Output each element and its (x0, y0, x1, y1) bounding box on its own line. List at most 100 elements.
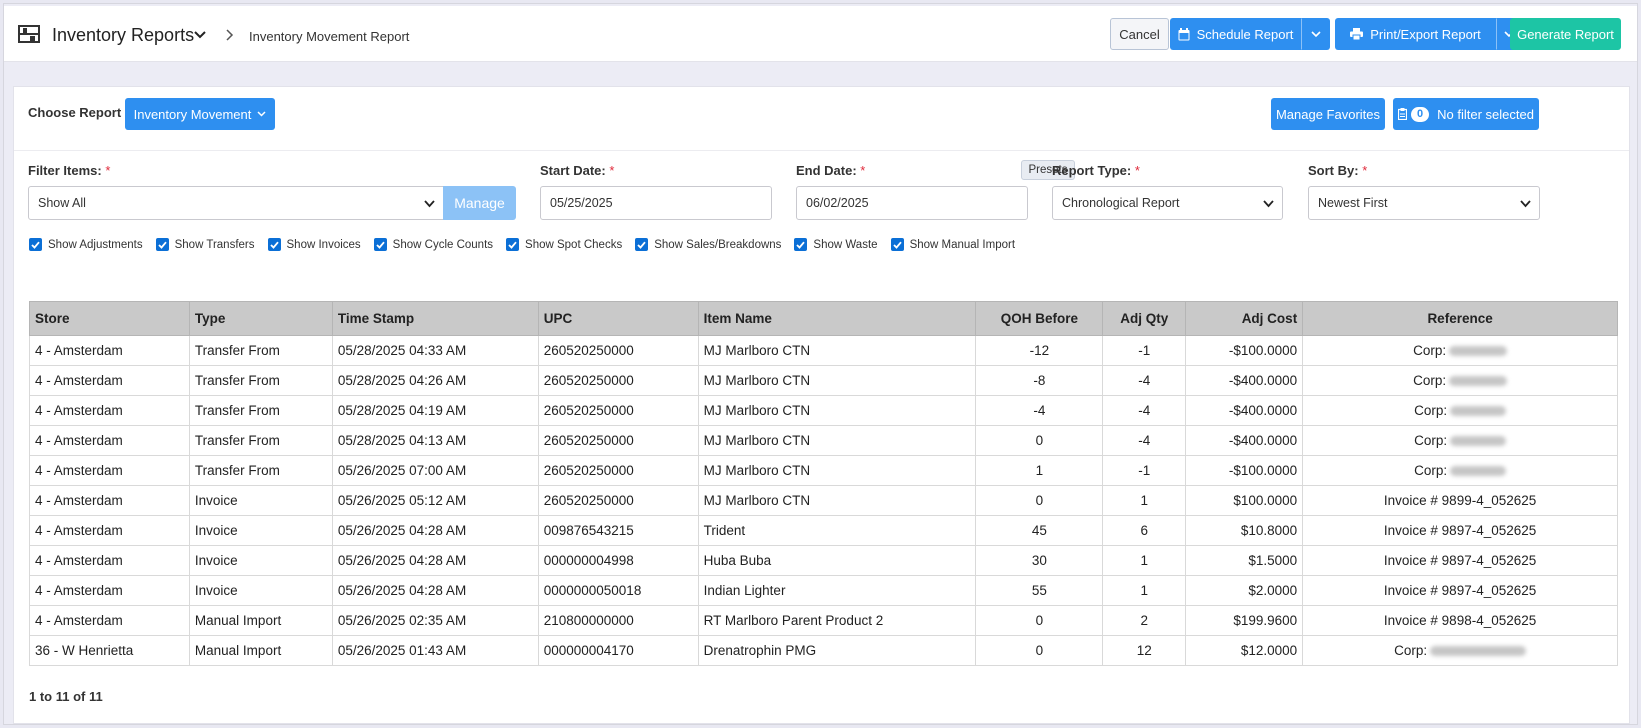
filter-status-button[interactable]: 0 No filter selected (1393, 98, 1539, 130)
cell-time: 05/26/2025 07:00 AM (331, 455, 539, 486)
option-checkbox[interactable]: Show Sales/Breakdowns (635, 238, 781, 251)
checkbox-checked-icon[interactable] (506, 238, 520, 251)
schedule-report-button[interactable]: Schedule Report (1170, 18, 1301, 50)
checkbox-checked-icon[interactable] (635, 238, 649, 251)
cell-text: Corp: (1413, 343, 1447, 358)
cell-type: Invoice (188, 545, 333, 576)
cell-adj-cost: -$400.0000 (1185, 365, 1304, 396)
table-row[interactable]: 36 - W Henrietta Manual Import 05/26/2025 … (29, 635, 1618, 666)
report-selector-button[interactable]: Inventory Movement (125, 98, 275, 130)
column-header[interactable]: Time Stamp (331, 301, 539, 336)
cell-upc: 000000004170 (537, 635, 699, 666)
option-checkbox[interactable]: Show Invoices (267, 238, 361, 251)
cell-store: 4 - Amsterdam (29, 395, 190, 426)
cell-store: 4 - Amsterdam (29, 575, 190, 606)
option-checkbox[interactable]: Show Manual Import (890, 238, 1016, 251)
option-checkbox[interactable]: Show Adjustments (29, 238, 143, 251)
end-date-input[interactable]: 06/02/2025 (796, 186, 1028, 220)
table-row[interactable]: 4 - Amsterdam Transfer From 05/26/2025 07:… (29, 455, 1618, 486)
cell-time: 05/28/2025 04:33 AM (331, 335, 539, 366)
column-header[interactable]: Adj Qty (1102, 301, 1187, 336)
sort-by-label: Sort By: * (1308, 163, 1368, 178)
cell-store: 4 - Amsterdam (29, 515, 190, 546)
cell-item: MJ Marlboro CTN (697, 335, 977, 366)
cell-text: 4 - Amsterdam (35, 433, 123, 448)
column-header[interactable]: Item Name (697, 301, 977, 336)
checkbox-checked-icon[interactable] (29, 238, 42, 251)
cell-reference: Corp: (1302, 425, 1618, 456)
table-row[interactable]: 4 - Amsterdam Invoice 05/26/2025 04:28 AM 0… (29, 515, 1618, 546)
cell-text: -4 (1138, 373, 1151, 388)
filter-items-select[interactable]: Show All (28, 186, 444, 220)
column-header[interactable]: Type (188, 301, 333, 336)
generate-report-button[interactable]: Generate Report (1510, 18, 1621, 50)
table-row[interactable]: 4 - Amsterdam Transfer From 05/28/2025 04:… (29, 335, 1618, 366)
option-checkbox[interactable]: Show Transfers (155, 238, 255, 251)
start-date-input[interactable]: 05/25/2025 (540, 186, 772, 220)
checkbox-checked-icon[interactable] (890, 238, 904, 251)
cell-upc: 0000000050018 (537, 575, 699, 606)
filter-count-badge: 0 (1411, 106, 1430, 122)
manage-favorites-button[interactable]: Manage Favorites (1271, 98, 1385, 130)
cell-text: Drenatrophin PMG (703, 643, 817, 658)
table-row[interactable]: 4 - Amsterdam Manual Import 05/26/2025 02:… (29, 605, 1618, 636)
option-checkbox[interactable]: Show Waste (794, 238, 878, 251)
filter-items-value: Show All (38, 196, 86, 210)
manage-filter-button[interactable]: Manage (443, 186, 516, 220)
print-export-button[interactable]: Print/Export Report (1335, 18, 1496, 50)
column-header[interactable]: Reference (1302, 301, 1618, 336)
app-title[interactable]: Inventory Reports (52, 25, 194, 46)
table-row[interactable]: 4 - Amsterdam Transfer From 05/28/2025 04:… (29, 365, 1618, 396)
cell-text: 4 - Amsterdam (35, 373, 123, 388)
cell-upc: 260520250000 (537, 365, 699, 396)
table-row[interactable]: 4 - Amsterdam Transfer From 05/28/2025 04:… (29, 425, 1618, 456)
schedule-report-dropdown[interactable] (1301, 18, 1330, 50)
table-row[interactable]: 4 - Amsterdam Invoice 05/26/2025 05:12 AM 2… (29, 485, 1618, 516)
sort-by-select[interactable]: Newest First (1308, 186, 1540, 220)
chevron-down-icon (257, 111, 266, 117)
table-row[interactable]: 4 - Amsterdam Invoice 05/26/2025 04:28 AM 0… (29, 575, 1618, 606)
cancel-button[interactable]: Cancel (1110, 18, 1169, 50)
cell-text: 000000004170 (543, 643, 634, 658)
cell-reference: Invoice # 9897-4_052625 (1302, 575, 1618, 606)
cell-qoh: 45 (975, 515, 1104, 546)
cell-text: 1 (1140, 493, 1149, 508)
cell-text: -8 (1033, 373, 1046, 388)
option-label: Show Invoices (286, 238, 361, 251)
option-checkbox[interactable]: Show Cycle Counts (373, 238, 493, 251)
cell-text: MJ Marlboro CTN (703, 343, 811, 358)
option-label: Show Adjustments (48, 238, 143, 251)
chevron-down-icon[interactable] (194, 30, 206, 40)
cell-reference: Corp: (1302, 635, 1618, 666)
cell-text: 4 - Amsterdam (35, 583, 123, 598)
cell-text: -$100.0000 (1228, 463, 1298, 478)
cell-item: MJ Marlboro CTN (697, 395, 977, 426)
option-label: Show Manual Import (909, 238, 1016, 251)
column-header[interactable]: Adj Cost (1185, 301, 1304, 336)
table-row[interactable]: 4 - Amsterdam Invoice 05/26/2025 04:28 AM 0… (29, 545, 1618, 576)
cell-text: Transfer From (194, 463, 280, 478)
checkbox-checked-icon[interactable] (794, 238, 808, 251)
cell-adj-qty: 2 (1102, 605, 1187, 636)
cell-text: -$400.0000 (1228, 373, 1298, 388)
report-type-select[interactable]: Chronological Report (1052, 186, 1283, 220)
cell-text: 2 (1140, 613, 1149, 628)
checkbox-checked-icon[interactable] (373, 238, 387, 251)
cell-text: 05/26/2025 07:00 AM (337, 463, 467, 478)
cell-text: MJ Marlboro CTN (703, 493, 811, 508)
cell-text: 30 (1031, 553, 1047, 568)
cell-text: 000000004998 (543, 553, 634, 568)
cell-text: -4 (1138, 433, 1151, 448)
column-header[interactable]: UPC (537, 301, 699, 336)
clipboard-icon (1398, 108, 1408, 120)
cell-item: MJ Marlboro CTN (697, 485, 977, 516)
cell-item: MJ Marlboro CTN (697, 425, 977, 456)
checkbox-checked-icon[interactable] (267, 238, 281, 251)
cell-text: Invoice # 9899-4_052625 (1383, 493, 1537, 508)
checkbox-checked-icon[interactable] (155, 238, 169, 251)
column-header[interactable]: Store (29, 301, 190, 336)
cell-text: 260520250000 (543, 343, 634, 358)
option-checkbox[interactable]: Show Spot Checks (506, 238, 622, 251)
column-header[interactable]: QOH Before (975, 301, 1104, 336)
table-row[interactable]: 4 - Amsterdam Transfer From 05/28/2025 04:… (29, 395, 1618, 426)
